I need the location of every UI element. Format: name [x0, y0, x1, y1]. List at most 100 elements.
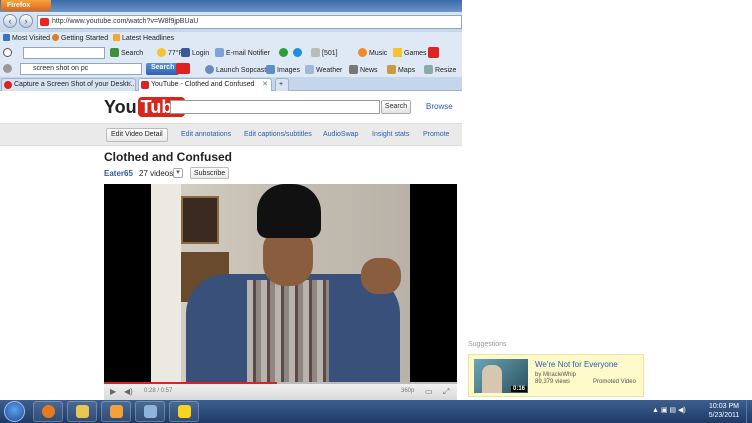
progress-bar[interactable] — [104, 382, 457, 384]
weather-button[interactable]: Weather — [305, 65, 342, 76]
media-player-icon — [110, 405, 123, 418]
toolbar-row-2: screen shot on pc Search Launch Sopcast … — [0, 62, 462, 77]
right-pane: Suggestions 0:16 We're Not for Everyone … — [462, 0, 752, 400]
start-button[interactable] — [4, 401, 25, 422]
bookmark-getting-started[interactable]: Getting Started — [52, 34, 108, 43]
suggested-video-author[interactable]: by MiracleWhip — [535, 372, 576, 378]
close-tab-icon[interactable]: ✕ — [126, 79, 132, 91]
settings-icon[interactable] — [3, 64, 14, 75]
video-player[interactable]: ▶ ◀) 0:28 / 0:57 360p ▭ ⤢ — [104, 184, 457, 400]
video-person-shirt — [247, 280, 329, 382]
ask-icon[interactable] — [176, 63, 192, 76]
games-button[interactable]: Games — [393, 48, 427, 59]
bookmark-most-visited[interactable]: Most Visited — [3, 34, 50, 43]
taskbar-explorer[interactable] — [67, 401, 97, 422]
suggested-video-title[interactable]: We're Not for Everyone — [535, 360, 618, 369]
url-text: http://www.youtube.com/watch?v=W8f9jpBUa… — [52, 18, 199, 25]
login-button[interactable]: Login — [181, 48, 209, 59]
cloud-icon — [305, 65, 314, 74]
edit-annotations-link[interactable]: Edit annotations — [181, 131, 231, 138]
video-title: Clothed and Confused — [104, 150, 232, 164]
image-icon — [266, 65, 275, 74]
show-desktop-button[interactable] — [746, 400, 752, 423]
toolbar-search-input[interactable] — [23, 47, 105, 59]
toolbar-search-button[interactable]: Search — [110, 48, 143, 59]
subscribe-button[interactable]: Subscribe — [190, 167, 230, 179]
video-wall — [151, 184, 181, 382]
bookmark-folder-icon — [3, 34, 10, 41]
search-icon[interactable] — [3, 48, 14, 59]
volume-icon[interactable]: ◀) — [124, 387, 133, 396]
youtube-favicon-icon — [141, 81, 149, 89]
fullscreen-icon[interactable]: ⤢ — [443, 387, 449, 397]
video-person-face — [263, 230, 313, 286]
youtube-favicon-icon — [40, 18, 49, 26]
news-button[interactable]: News — [349, 65, 378, 76]
toolbar-row-1: Search 77°F Login E-mail Notifier [501] … — [0, 45, 462, 62]
new-tab-button[interactable]: + — [275, 78, 289, 91]
bookmarks-toolbar: Most Visited Getting Started Latest Head… — [0, 32, 462, 45]
channel-link[interactable]: Eater65 — [104, 169, 133, 178]
weather-widget[interactable]: 77°F — [157, 48, 183, 59]
images-button[interactable]: Images — [266, 65, 300, 76]
tab-strip: Capture a Screen Shot of your Deskt... ✕… — [0, 77, 462, 91]
insight-stats-link[interactable]: Insight stats — [372, 131, 409, 138]
back-arrow-icon: ‹ — [8, 16, 12, 26]
tab-youtube[interactable]: YouTube - Clothed and Confused ✕ — [138, 78, 272, 91]
taskbar-media-player[interactable] — [101, 401, 131, 422]
clock[interactable]: 10:03 PM 5/23/2011 — [702, 402, 746, 420]
play-icon[interactable]: ▶ — [110, 387, 116, 396]
forward-button[interactable]: › — [19, 14, 33, 28]
bookmark-latest-headlines[interactable]: Latest Headlines — [113, 34, 174, 43]
title-bar: Firefox — [0, 0, 462, 12]
firefox-menu-button[interactable]: Firefox — [1, 0, 51, 11]
toolbar-search-query-input[interactable]: screen shot on pc — [20, 63, 142, 75]
email-notifier-button[interactable]: E-mail Notifier — [215, 48, 270, 59]
launch-sopcast-button[interactable]: Launch Sopcast — [205, 65, 266, 76]
browser-window: Firefox ‹ › http://www.youtube.com/watch… — [0, 0, 462, 400]
video-person-hair — [257, 184, 321, 238]
youtube-search-button[interactable]: Search — [381, 100, 411, 114]
popout-icon[interactable]: ▭ — [425, 387, 433, 396]
chat-icon[interactable] — [279, 48, 290, 59]
video-count: 27 videos — [139, 169, 174, 178]
back-button[interactable]: ‹ — [3, 14, 17, 28]
taskbar-firefox[interactable] — [33, 401, 63, 422]
star-icon — [393, 48, 402, 57]
rss-icon — [113, 34, 120, 41]
taskbar-aim[interactable] — [169, 401, 199, 422]
maps-button[interactable]: Maps — [387, 65, 415, 76]
network-icon — [144, 405, 157, 418]
sopcast-icon — [205, 65, 214, 74]
tab-capture-screenshot[interactable]: Capture a Screen Shot of your Deskt... ✕ — [1, 78, 136, 91]
chevron-down-icon[interactable]: ▾ — [173, 168, 183, 178]
youtube-page: You Tube Search Browse Edit Video Detail … — [0, 91, 462, 400]
browse-link[interactable]: Browse — [426, 102, 453, 111]
newspaper-icon — [349, 65, 358, 74]
firefox-icon — [42, 405, 55, 418]
mail-icon — [311, 48, 320, 57]
close-tab-icon[interactable]: ✕ — [262, 79, 268, 91]
quality-button[interactable]: 360p — [401, 388, 414, 394]
edit-video-detail-button[interactable]: Edit Video Detail — [106, 128, 168, 142]
toolbar-action-icon[interactable] — [428, 47, 441, 60]
suggested-video-thumbnail[interactable]: 0:16 — [474, 359, 528, 393]
suggested-video[interactable]: 0:16 We're Not for Everyone by MiracleWh… — [468, 354, 644, 397]
clock-time: 10:03 PM — [709, 403, 739, 410]
audioswap-link[interactable]: AudioSwap — [323, 131, 358, 138]
youtube-search-input[interactable] — [170, 100, 380, 114]
system-tray[interactable]: ▲ ▣ ▤ ◀) — [652, 406, 686, 414]
count-widget[interactable]: [501] — [311, 48, 338, 59]
skype-icon[interactable] — [293, 48, 304, 59]
video-frame — [151, 184, 410, 382]
url-bar[interactable]: http://www.youtube.com/watch?v=W8f9jpBUa… — [37, 15, 462, 29]
map-icon — [387, 65, 396, 74]
facebook-icon — [181, 48, 190, 57]
promote-link[interactable]: Promote — [423, 131, 449, 138]
taskbar-network[interactable] — [135, 401, 165, 422]
edit-captions-link[interactable]: Edit captions/subtitles — [244, 131, 312, 138]
suggestions-label: Suggestions — [468, 341, 507, 348]
toolbar-search-submit-button[interactable]: Search — [146, 63, 180, 75]
music-button[interactable]: Music — [358, 48, 387, 59]
resize-button[interactable]: Resize — [424, 65, 456, 76]
